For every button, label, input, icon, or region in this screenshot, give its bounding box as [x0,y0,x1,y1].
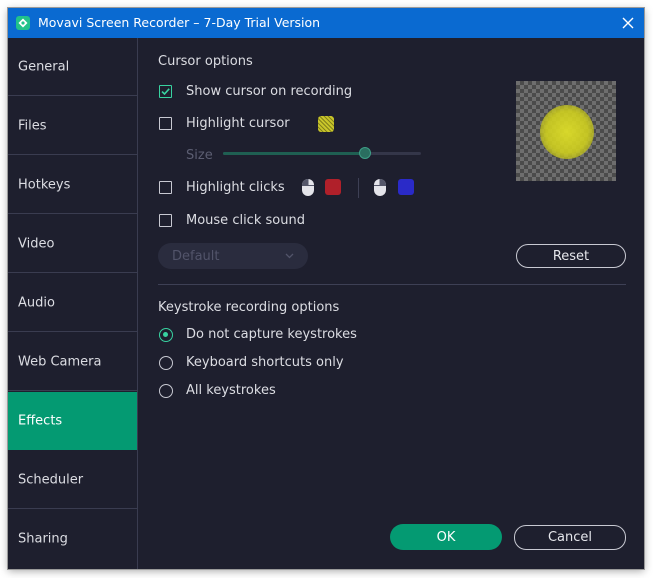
highlight-clicks-label: Highlight clicks [186,180,285,195]
sidebar-item-general[interactable]: General [8,38,137,96]
click-sound-select[interactable]: Default [158,243,308,269]
size-slider-fill [223,152,365,155]
ok-button[interactable]: OK [390,524,502,550]
cursor-preview [516,81,616,181]
movavi-logo-icon [16,16,30,30]
effects-panel: Cursor options Show cursor on recording … [138,38,644,569]
click-colors-divider [358,178,359,198]
sidebar-item-audio[interactable]: Audio [8,274,137,332]
title-bar: Movavi Screen Recorder – 7-Day Trial Ver… [8,8,644,38]
sidebar-item-label: Sharing [18,531,68,547]
cancel-button[interactable]: Cancel [514,525,626,550]
highlight-cursor-label: Highlight cursor [186,116,290,131]
radio-all-keystrokes-label: All keystrokes [186,383,276,398]
sidebar-item-video[interactable]: Video [8,215,137,273]
radio-keyboard-shortcuts-only[interactable] [159,356,173,370]
keystroke-options-title: Keystroke recording options [158,300,340,315]
sidebar-item-files[interactable]: Files [8,97,137,155]
reset-button[interactable]: Reset [516,244,626,268]
sidebar-item-label: Scheduler [18,472,84,487]
section-divider [158,284,626,285]
show-cursor-label: Show cursor on recording [186,84,353,99]
sidebar-item-label: Effects [18,413,63,428]
mouse-left-click-icon [302,179,314,196]
highlight-cursor-color-swatch[interactable] [318,116,334,132]
radio-do-not-capture[interactable] [159,328,173,342]
sidebar-item-scheduler[interactable]: Scheduler [8,451,137,509]
highlight-cursor-checkbox[interactable] [159,117,172,130]
close-button[interactable] [616,11,640,35]
checkmark-icon [161,88,170,96]
chevron-down-icon [285,253,294,259]
radio-keyboard-shortcuts-only-label: Keyboard shortcuts only [186,355,344,370]
highlight-clicks-checkbox[interactable] [159,181,172,194]
sidebar-item-web-camera[interactable]: Web Camera [8,333,137,391]
click-sound-select-value: Default [172,248,220,264]
sidebar-item-label: Video [18,236,55,251]
cursor-options-title: Cursor options [158,54,253,69]
settings-window: Movavi Screen Recorder – 7-Day Trial Ver… [8,8,644,569]
size-slider-thumb[interactable] [359,147,371,159]
mouse-click-sound-label: Mouse click sound [186,213,305,228]
mouse-right-click-icon [374,179,386,196]
sidebar-item-label: Files [18,118,47,133]
radio-all-keystrokes[interactable] [159,384,173,398]
cursor-highlight-preview [540,105,594,159]
sidebar-item-label: General [18,59,70,74]
sidebar-item-label: Audio [18,295,55,310]
sidebar-item-effects[interactable]: Effects [8,392,137,450]
size-label: Size [186,148,213,163]
sidebar-item-sharing[interactable]: Sharing [8,510,137,568]
close-icon [622,17,634,29]
left-click-color-swatch[interactable] [325,179,341,195]
settings-sidebar: General Files Hotkeys Video Audio Web Ca… [8,38,137,569]
mouse-click-sound-checkbox[interactable] [159,214,172,227]
window-title: Movavi Screen Recorder – 7-Day Trial Ver… [38,15,321,30]
show-cursor-checkbox[interactable] [159,85,172,98]
sidebar-item-hotkeys[interactable]: Hotkeys [8,156,137,214]
sidebar-item-label: Hotkeys [18,177,71,192]
radio-do-not-capture-label: Do not capture keystrokes [186,327,357,342]
sidebar-item-label: Web Camera [18,354,102,369]
right-click-color-swatch[interactable] [398,179,414,195]
